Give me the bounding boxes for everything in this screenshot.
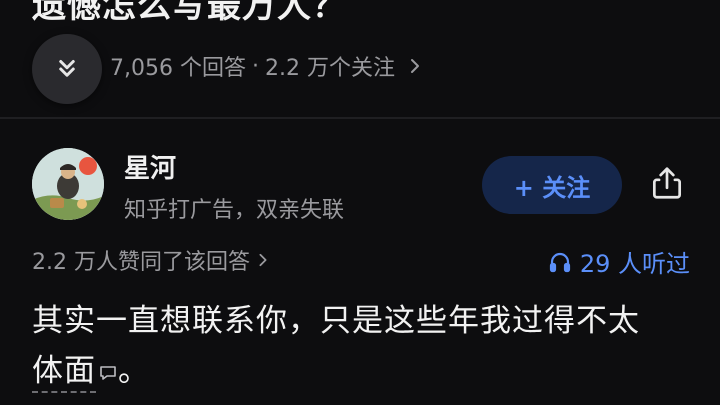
author-name[interactable]: 星河 <box>124 148 176 185</box>
headphones-icon <box>549 252 570 272</box>
collapse-button[interactable] <box>32 34 102 104</box>
share-icon <box>652 167 682 199</box>
answer-line-1: 其实一直想联系你，只是这些年我过得不太 <box>32 303 640 339</box>
avatar-illustration <box>32 148 104 220</box>
chevron-down-icon <box>59 60 75 77</box>
answer-line-2: 体面。 <box>32 346 692 396</box>
upvote-summary[interactable]: 2.2 万人赞同了该回答 <box>32 244 270 276</box>
author-bio: 知乎打广告，双亲失联 <box>124 198 345 223</box>
chevron-right-icon <box>259 253 267 267</box>
answer-annotated-text[interactable]: 体面 <box>32 353 96 393</box>
question-meta[interactable]: 7,056 个回答 · 2.2 万个关注 <box>110 50 423 82</box>
section-divider <box>0 117 720 119</box>
meta-separator: · <box>251 53 259 79</box>
answer-period: 。 <box>118 353 150 389</box>
follow-button[interactable]: + 关注 <box>482 156 622 214</box>
upvote-count: 2.2 万人赞同了该回答 <box>32 250 250 275</box>
answer-content[interactable]: 其实一直想联系你，只是这些年我过得不太 体面。 <box>32 296 692 396</box>
listen-button[interactable]: 29 人听过 <box>548 244 690 279</box>
comment-icon[interactable] <box>98 363 118 383</box>
question-title[interactable]: 遗憾怎么写最万人？ <box>32 0 347 27</box>
answers-count: 7,056 个回答 <box>110 56 246 81</box>
share-button[interactable] <box>646 162 688 204</box>
listen-count: 29 人听过 <box>579 250 690 278</box>
followers-count: 2.2 万个关注 <box>264 56 395 81</box>
author-avatar[interactable] <box>32 148 104 220</box>
chevron-right-icon <box>410 59 419 73</box>
